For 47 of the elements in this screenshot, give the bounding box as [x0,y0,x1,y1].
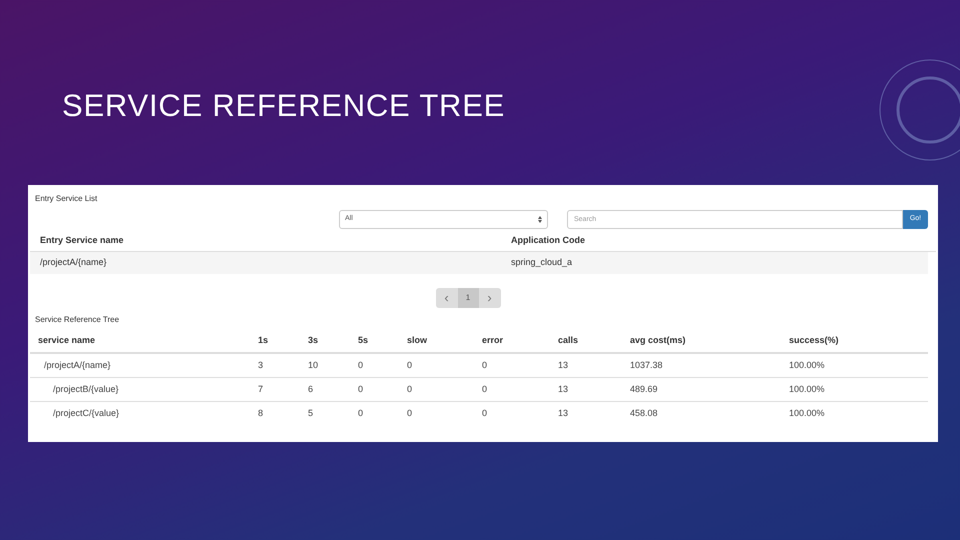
table-cell-text: 6 [307,382,314,396]
table-cell-text: 10 [307,358,320,372]
table-cell-text: 0 [406,382,414,396]
table-cell-text: 0 [357,358,364,372]
table-cell-text: 0 [481,358,488,372]
table-cell-text: 100.00% [788,406,826,420]
table-cell-text: 3 [257,358,264,372]
table-cell-text: 13 [557,406,570,420]
table-cell-text: 13 [557,358,570,372]
previous-page-button[interactable]: ‹ [436,288,458,308]
table-cell-text: 0 [481,406,488,420]
table-cell-text: /projectA/{name} [39,256,108,270]
column-header: 1s [257,334,270,347]
column-header: calls [557,334,580,347]
table-cell-text: /projectC/{value} [52,406,120,420]
table-cell-text: 458.08 [629,406,659,420]
column-header: avg cost(ms) [629,334,687,347]
section-title: Entry Service List [35,193,98,205]
table-cell-text: 0 [357,382,364,396]
table-cell-text: 13 [557,382,570,396]
table-cell-text: /projectA/{name} [43,358,112,372]
table-cell-text: 100.00% [788,382,826,396]
table-cell-text: /projectB/{value} [52,382,120,396]
column-header: 3s [307,334,320,347]
column-header: success(%) [788,334,840,347]
table-cell-text: 0 [406,406,414,420]
table-cell-text: 0 [357,406,364,420]
table-cell-text: 7 [257,382,264,396]
page-button[interactable]: 1 [458,288,478,308]
column-header: error [481,334,504,347]
table-cell-text: 100.00% [788,358,826,372]
slide-title: SERVICE REFERENCE TREE [62,87,506,125]
table-cell-text: 5 [307,406,314,420]
table-cell-text: 489.69 [629,382,659,396]
table-cell-text: spring_cloud_a [510,256,574,270]
column-header: Entry Service name [39,234,125,248]
column-header: slow [406,334,428,347]
table-cell-text: 0 [406,358,414,372]
table-cell-text: 1037.38 [629,358,664,372]
column-header: 5s [357,334,370,347]
column-header: service name [37,334,96,347]
table-cell-text: 8 [257,406,264,420]
table-cell-text: 0 [481,382,488,396]
section-title: Service Reference Tree [35,314,120,326]
next-page-button[interactable]: › [478,288,500,308]
select-arrows-icon [538,216,542,223]
column-header: Application Code [510,234,586,248]
